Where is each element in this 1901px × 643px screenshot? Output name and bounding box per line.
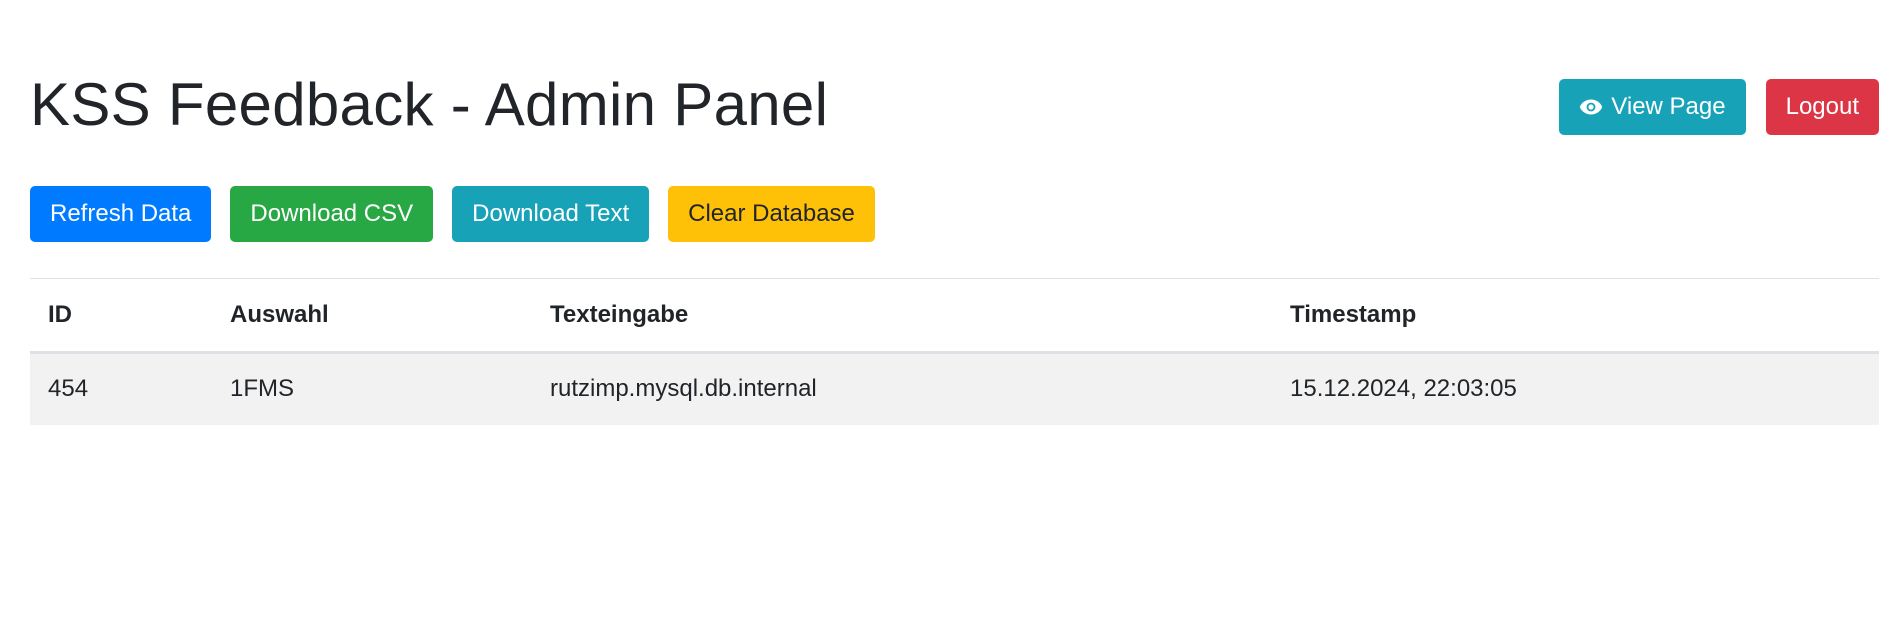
feedback-table: ID Auswahl Texteingabe Timestamp 454 1FM… [30,279,1879,425]
cell-texteingabe: rutzimp.mysql.db.internal [550,375,817,403]
column-header-id: ID [30,279,212,354]
download-text-button[interactable]: Download Text [452,186,650,242]
page-title: KSS Feedback - Admin Panel [30,71,829,138]
cell-id: 454 [48,375,89,403]
refresh-data-button[interactable]: Refresh Data [30,186,212,242]
column-header-timestamp: Timestamp [1272,279,1879,354]
table-header: ID Auswahl Texteingabe Timestamp [30,279,1879,354]
header-actions: View Page Logout [1559,75,1879,135]
page-header: KSS Feedback - Admin Panel View Page Log… [30,60,1879,150]
view-page-label: View Page [1611,93,1726,120]
table-row: 454 1FMS rutzimp.mysql.db.internal 15.12… [30,352,1879,425]
view-page-button[interactable]: View Page [1559,79,1746,135]
clear-database-button[interactable]: Clear Database [668,186,875,242]
table-body: 454 1FMS rutzimp.mysql.db.internal 15.12… [30,352,1879,425]
eye-icon [1580,99,1603,115]
column-header-auswahl: Auswahl [212,279,532,354]
cell-auswahl: 1FMS [230,375,295,403]
toolbar: Refresh Data Download CSV Download Text … [30,186,875,242]
download-csv-button[interactable]: Download CSV [230,186,434,242]
column-header-texteingabe: Texteingabe [532,279,1272,354]
table-header-row: ID Auswahl Texteingabe Timestamp [30,279,1879,354]
logout-button[interactable]: Logout [1765,79,1879,135]
cell-timestamp: 15.12.2024, 22:03:05 [1290,375,1517,403]
admin-panel: KSS Feedback - Admin Panel View Page Log… [0,0,1901,643]
